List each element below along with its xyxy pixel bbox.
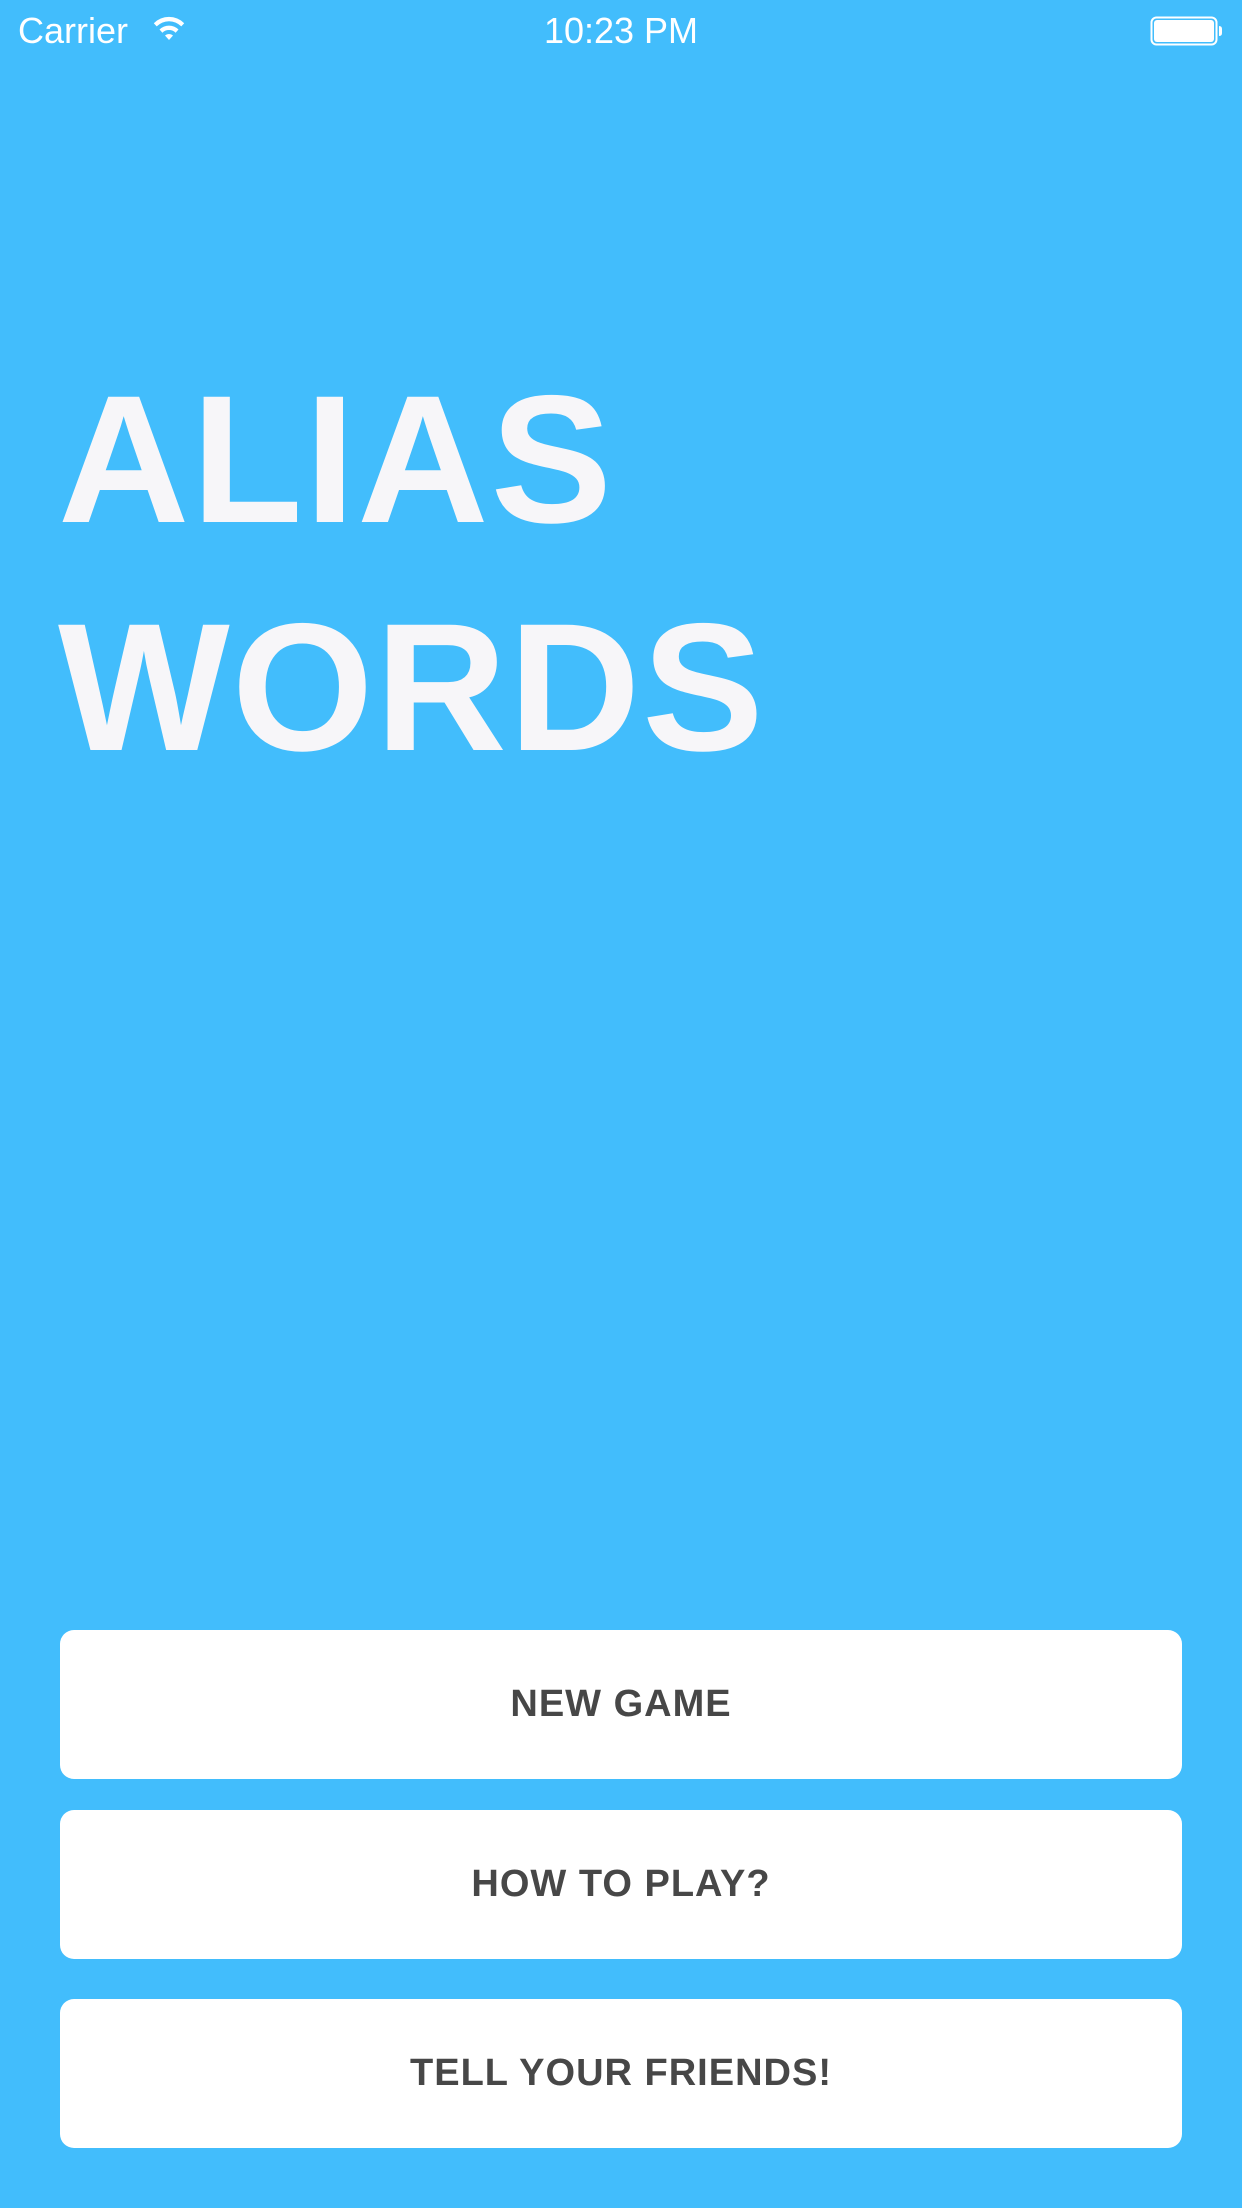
status-time: 10:23 PM	[543, 10, 699, 51]
main-screen: Carrier 10:23 PM ALIAS WORDS NEW GAME HO…	[0, 0, 1242, 2208]
tell-friends-button[interactable]: TELL YOUR FRIENDS!	[60, 1999, 1182, 2148]
app-title-line-1: ALIAS	[58, 357, 614, 561]
app-title: ALIAS WORDS	[58, 345, 766, 801]
how-to-play-button[interactable]: HOW TO PLAY?	[60, 1810, 1182, 1959]
app-title-line-2: WORDS	[58, 585, 766, 789]
new-game-button[interactable]: NEW GAME	[60, 1630, 1182, 1779]
status-bar: Carrier 10:23 PM	[0, 0, 1242, 62]
battery-icon	[1150, 16, 1224, 46]
